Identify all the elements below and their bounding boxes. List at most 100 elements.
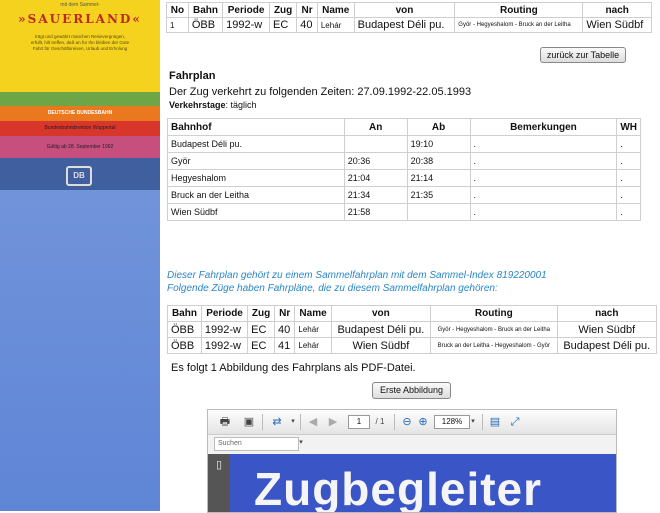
- toolbar-separator: [394, 414, 395, 430]
- prev-page-icon[interactable]: ◀: [306, 415, 320, 429]
- thumbnail-icon[interactable]: ▯: [212, 458, 226, 472]
- col-periode: Periode: [200, 305, 249, 322]
- col-von: von: [353, 2, 456, 18]
- zoom-select[interactable]: 128%: [434, 415, 470, 429]
- cell-routing: Györ - Hegyeshalom - Bruck an der Leitha: [454, 17, 584, 33]
- cover-green-band: [0, 92, 160, 106]
- zoom-in-icon[interactable]: ⊕: [416, 415, 430, 429]
- col-nach: nach: [582, 2, 652, 18]
- page-total: / 1: [375, 417, 385, 426]
- cell-bemerkungen: .: [469, 203, 618, 221]
- fullscreen-icon[interactable]: ⤢: [508, 415, 522, 429]
- share-icon[interactable]: ⇄: [270, 415, 284, 429]
- col-name: Name: [316, 2, 355, 18]
- col-nach: nach: [556, 305, 658, 322]
- print-icon[interactable]: 🖶: [218, 415, 232, 429]
- toolbar-separator: [262, 414, 263, 430]
- verkehrstage-label: Verkehrstage: [169, 100, 226, 110]
- table-row: Hegyeshalom 21:04 21:14 . .: [167, 169, 641, 187]
- cell-bahn: ÖBB: [167, 337, 202, 354]
- table-row: ÖBB 1992-w EC 41 Lehár Wien Südbf Bruck …: [167, 337, 658, 354]
- col-an: An: [343, 118, 408, 136]
- cell-bahnhof: Hegyeshalom: [167, 169, 345, 187]
- cell-ab: 20:38: [406, 152, 471, 170]
- db-logo: DB: [66, 166, 92, 186]
- cell-name: Lehár: [294, 321, 332, 338]
- toolbar-separator: [482, 414, 483, 430]
- col-bahn: Bahn: [187, 2, 224, 18]
- cell-ab: 21:35: [406, 186, 471, 204]
- pdf-info-text: Es folgt 1 Abbildung des Fahrplans als P…: [171, 362, 416, 374]
- cell-von: Budapest Déli pu.: [353, 17, 456, 33]
- cell-routing: Györ - Hegyeshalom - Bruck an der Leitha: [430, 321, 558, 338]
- back-to-table-button[interactable]: zurück zur Tabelle: [540, 47, 626, 63]
- pdf-side-panel: ▯: [208, 454, 230, 512]
- pdf-search-input[interactable]: Suchen: [214, 437, 299, 451]
- cover-band-direction: Bundesbahndirektion Wuppertal: [0, 121, 160, 136]
- col-nr: Nr: [273, 305, 296, 322]
- table-row: 1 ÖBB 1992-w EC 40 Lehár Budapest Déli p…: [166, 17, 652, 33]
- cell-nach: Wien Südbf: [582, 17, 652, 33]
- page-number-input[interactable]: 1: [348, 415, 370, 429]
- first-image-button[interactable]: Erste Abbildung: [372, 382, 451, 399]
- cell-bemerkungen: .: [469, 152, 618, 170]
- cover-band-db: DEUTSCHE BUNDESBAHN: [0, 106, 160, 121]
- cell-bahnhof: Budapest Déli pu.: [167, 135, 345, 153]
- sammel-trains-note: Folgende Züge haben Fahrpläne, die zu di…: [167, 283, 498, 294]
- cover-band-valid: Gültig ab 28. September 1992: [0, 136, 160, 158]
- stops-table: Bahnhof An Ab Bemerkungen WH Budapest Dé…: [167, 118, 641, 221]
- cell-an: [343, 135, 408, 153]
- main-content: No Bahn Periode Zug Nr Name von Routing …: [162, 0, 660, 513]
- cell-ab: [406, 203, 471, 221]
- col-bahn: Bahn: [167, 305, 202, 322]
- cell-wh: .: [616, 203, 641, 221]
- cell-an: 21:04: [343, 169, 408, 187]
- verkehrstage: Verkehrstage: täglich: [169, 100, 257, 110]
- col-nr: Nr: [296, 2, 318, 18]
- pdf-toolbar: 🖶 ▣ ⇄ ▾ ◀ ▶ 1 / 1 ⊖ ⊕ 128% ▾ ▤ ⤢: [208, 410, 616, 435]
- cell-bemerkungen: .: [469, 186, 618, 204]
- cell-ab: 21:14: [406, 169, 471, 187]
- zoom-out-icon[interactable]: ⊖: [400, 415, 414, 429]
- pdf-page: Zugbegleiter: [230, 454, 616, 512]
- chevron-down-icon[interactable]: ▾: [286, 415, 300, 429]
- cell-wh: .: [616, 169, 641, 187]
- cell-nr: 40: [296, 17, 318, 33]
- save-icon[interactable]: ▣: [242, 415, 256, 429]
- timetable-cover-image: mit dem Sammel- »SAUERLAND« trägt und ge…: [0, 0, 160, 190]
- table-row: ÖBB 1992-w EC 40 Lehár Budapest Déli pu.…: [167, 321, 658, 338]
- cell-bahn: ÖBB: [187, 17, 224, 33]
- cell-bahnhof: Wien Südbf: [167, 203, 345, 221]
- col-bahnhof: Bahnhof: [167, 118, 345, 136]
- table-row: Budapest Déli pu. 19:10 . .: [167, 135, 641, 153]
- table-header-row: Bahnhof An Ab Bemerkungen WH: [167, 118, 641, 136]
- table-header-row: Bahn Periode Zug Nr Name von Routing nac…: [167, 305, 658, 322]
- table-row: Wien Südbf 21:58 . .: [167, 203, 641, 221]
- toolbar-separator: [300, 414, 301, 430]
- table-row: Györ 20:36 20:38 . .: [167, 152, 641, 170]
- cover-top-text: mit dem Sammel-: [60, 2, 100, 8]
- cell-wh: .: [616, 186, 641, 204]
- pdf-viewer: 🖶 ▣ ⇄ ▾ ◀ ▶ 1 / 1 ⊖ ⊕ 128% ▾ ▤ ⤢ Suchen …: [207, 409, 617, 513]
- col-ab: Ab: [406, 118, 471, 136]
- cell-wh: .: [616, 152, 641, 170]
- cover-small-text: trägt und gewährt manchen Reisevergnügen…: [30, 34, 130, 51]
- cell-an: 21:34: [343, 186, 408, 204]
- fahrplan-validity: Der Zug verkehrt zu folgenden Zeiten: 27…: [169, 86, 472, 98]
- cell-zug: EC: [247, 321, 275, 338]
- cell-an: 20:36: [343, 152, 408, 170]
- cover-yellow-panel: mit dem Sammel- »SAUERLAND« trägt und ge…: [0, 0, 160, 92]
- verkehrstage-value: : täglich: [225, 100, 257, 110]
- col-bemerkungen: Bemerkungen: [469, 118, 618, 136]
- next-page-icon[interactable]: ▶: [326, 415, 340, 429]
- chevron-down-icon[interactable]: ▾: [294, 436, 308, 450]
- disk-icon[interactable]: ▤: [488, 415, 502, 429]
- chevron-down-icon[interactable]: ▾: [466, 415, 480, 429]
- cell-bahnhof: Bruck an der Leitha: [167, 186, 345, 204]
- col-von: von: [330, 305, 432, 322]
- cell-von: Budapest Déli pu.: [330, 321, 432, 338]
- cell-periode: 1992-w: [222, 17, 271, 33]
- col-periode: Periode: [222, 2, 271, 18]
- cell-zug: EC: [247, 337, 275, 354]
- cell-wh: .: [616, 135, 641, 153]
